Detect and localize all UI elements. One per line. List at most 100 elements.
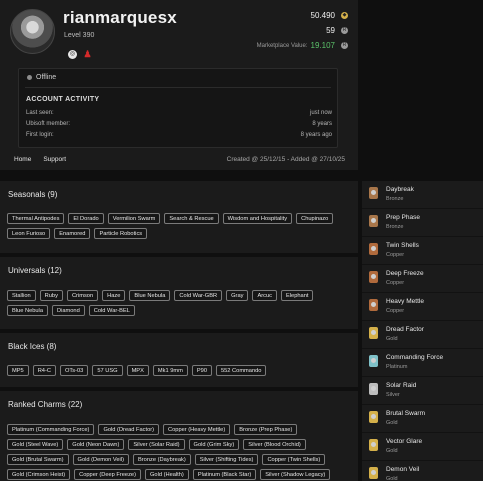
item-chip[interactable]: Ruby xyxy=(39,290,63,301)
charm-item[interactable]: Dread Factor Gold xyxy=(362,321,483,349)
item-chip[interactable]: Chupinazo xyxy=(296,213,334,224)
item-chip[interactable]: Search & Rescue xyxy=(164,213,219,224)
chip-list: MP5 R4-C OTs-03 57 USG MPX Mk1 9mm P90 552 Comm… xyxy=(7,365,352,376)
charm-tier: Copper xyxy=(386,308,405,314)
item-chip[interactable]: Vermilion Swarm xyxy=(107,213,161,224)
item-chip[interactable]: Gold (Demon Veil) xyxy=(72,454,129,465)
item-chip[interactable]: Haze xyxy=(102,290,126,301)
item-chip[interactable]: Particle Robotics xyxy=(94,228,148,239)
charm-item[interactable]: Demon Veil Gold xyxy=(362,461,483,481)
marketplace-value: 19.107 xyxy=(310,41,335,50)
item-chip[interactable]: Elephant xyxy=(281,290,314,301)
item-chip[interactable]: R4-C xyxy=(32,365,56,376)
item-chip[interactable]: Diamond xyxy=(52,305,85,316)
item-chip[interactable]: Copper (Deep Freeze) xyxy=(74,469,141,480)
chip-list: Stallion Ruby Crimson Haze Blue Nebula Cold W… xyxy=(7,290,352,316)
item-chip[interactable]: Bronze (Daybreak) xyxy=(132,454,191,465)
item-chip[interactable]: Copper (Twin Shells) xyxy=(262,454,326,465)
item-chip[interactable]: Bronze (Prep Phase) xyxy=(234,424,298,435)
activity-value: 8 years ago xyxy=(300,132,332,138)
item-chip[interactable]: MP5 xyxy=(7,365,29,376)
charm-item[interactable]: Vector Glare Gold xyxy=(362,433,483,461)
item-chip[interactable]: Wisdom and Hospitality xyxy=(222,213,293,224)
item-chip[interactable]: MPX xyxy=(126,365,149,376)
item-chip[interactable]: Silver (Shadow Legacy) xyxy=(260,469,331,480)
charm-tier: Gold xyxy=(386,448,398,454)
charm-name: Dread Factor xyxy=(386,326,424,333)
item-chip[interactable]: El Dorado xyxy=(68,213,104,224)
item-chip[interactable]: 57 USG xyxy=(92,365,123,376)
item-chip[interactable]: Blue Nebula xyxy=(129,290,171,301)
charm-list: Daybreak Bronze Prep Phase Bronze Twin Shell… xyxy=(362,181,483,481)
item-chip[interactable]: P90 xyxy=(191,365,212,376)
item-chip[interactable]: Silver (Solar Raid) xyxy=(128,439,185,450)
level-label: Level 390 xyxy=(64,32,95,39)
item-chip[interactable]: Cold War-GBR xyxy=(174,290,223,301)
item-chip[interactable]: Copper (Heavy Mettle) xyxy=(163,424,231,435)
charm-item[interactable]: Solar Raid Silver xyxy=(362,377,483,405)
charm-icon xyxy=(369,383,378,395)
item-chip[interactable]: Thermal Antipodes xyxy=(7,213,65,224)
universals-section: Universals (12) Stallion Ruby Crimson Haze B… xyxy=(0,257,358,329)
item-chip[interactable]: Silver (Shifting Tides) xyxy=(194,454,259,465)
charm-item[interactable]: Daybreak Bronze xyxy=(362,181,483,209)
item-chip[interactable]: Cold War-BEL xyxy=(88,305,135,316)
item-chip[interactable]: Silver (Blood Orchid) xyxy=(243,439,306,450)
credits-value: 50.490 xyxy=(310,11,335,20)
ubisoft-icon[interactable]: ◎ xyxy=(68,50,77,59)
charm-name: Vector Glare xyxy=(386,438,423,445)
charm-item[interactable]: Brutal Swarm Gold xyxy=(362,405,483,433)
charm-tier: Platinum xyxy=(386,364,408,370)
chip-list: Thermal Antipodes El Dorado Vermilion Swar… xyxy=(7,213,352,239)
profile-nav: Home Support xyxy=(14,156,66,163)
charm-name: Deep Freeze xyxy=(386,270,424,277)
item-chip[interactable]: Gold (Steel Wave) xyxy=(7,439,64,450)
item-chip[interactable]: Leon Furioso xyxy=(7,228,51,239)
charm-tier: Gold xyxy=(386,476,398,481)
playstation-icon[interactable]: ♟ xyxy=(83,50,92,59)
stats: 50.490 ◆ 59 R Marketplace Value: 19.107 … xyxy=(257,8,348,53)
item-chip[interactable]: Enamored xyxy=(54,228,91,239)
charm-name: Demon Veil xyxy=(386,466,420,473)
item-chip[interactable]: Gold (Dread Factor) xyxy=(98,424,160,435)
charm-item[interactable]: Twin Shells Copper xyxy=(362,237,483,265)
item-chip[interactable]: Arcuc xyxy=(252,290,277,301)
charm-icon xyxy=(369,187,378,199)
black-ices-section: Black Ices (8) MP5 R4-C OTs-03 57 USG MPX Mk1… xyxy=(0,333,358,387)
charm-name: Twin Shells xyxy=(386,242,419,249)
section-title: Seasonals (9) xyxy=(8,190,58,199)
item-chip[interactable]: Gold (Health) xyxy=(145,469,189,480)
item-chip[interactable]: Gold (Neon Dawn) xyxy=(67,439,125,450)
item-chip[interactable]: Blue Nebula xyxy=(7,305,48,316)
marketplace-row: Marketplace Value: 19.107 R xyxy=(257,38,348,53)
charm-item[interactable]: Prep Phase Bronze xyxy=(362,209,483,237)
item-chip[interactable]: Platinum (Commanding Force) xyxy=(7,424,95,435)
nav-support-link[interactable]: Support xyxy=(43,156,66,163)
activity-value: 8 years xyxy=(312,121,332,127)
nav-home-link[interactable]: Home xyxy=(14,156,31,163)
charm-item[interactable]: Heavy Mettle Copper xyxy=(362,293,483,321)
item-chip[interactable]: Gold (Brutal Swarm) xyxy=(7,454,69,465)
item-chip[interactable]: Mk1 9mm xyxy=(152,365,188,376)
charm-name: Commanding Force xyxy=(386,354,444,361)
item-chip[interactable]: OTs-03 xyxy=(59,365,89,376)
status-text: Offline xyxy=(36,74,57,81)
item-chip[interactable]: Stallion xyxy=(7,290,36,301)
activity-row: Ubisoft member: 8 years xyxy=(26,121,332,127)
charm-tier: Gold xyxy=(386,420,398,426)
item-chip[interactable]: Crimson xyxy=(66,290,99,301)
activity-row: First login: 8 years ago xyxy=(26,132,332,138)
divider xyxy=(25,87,331,88)
username: rianmarquesx xyxy=(63,8,177,27)
renown-value: 59 xyxy=(326,26,335,35)
charm-item[interactable]: Commanding Force Platinum xyxy=(362,349,483,377)
item-chip[interactable]: Gold (Crimson Heist) xyxy=(7,469,71,480)
item-chip[interactable]: Platinum (Black Star) xyxy=(192,469,257,480)
charm-item[interactable]: Deep Freeze Copper xyxy=(362,265,483,293)
charm-name: Prep Phase xyxy=(386,214,420,221)
created-date: Created @ 25/12/15 - Added @ 27/10/25 xyxy=(226,156,345,163)
item-chip[interactable]: Gold (Grim Sky) xyxy=(188,439,240,450)
platform-icons: ◎ ♟ xyxy=(68,50,92,59)
item-chip[interactable]: 552 Commando xyxy=(215,365,267,376)
item-chip[interactable]: Gray xyxy=(226,290,249,301)
